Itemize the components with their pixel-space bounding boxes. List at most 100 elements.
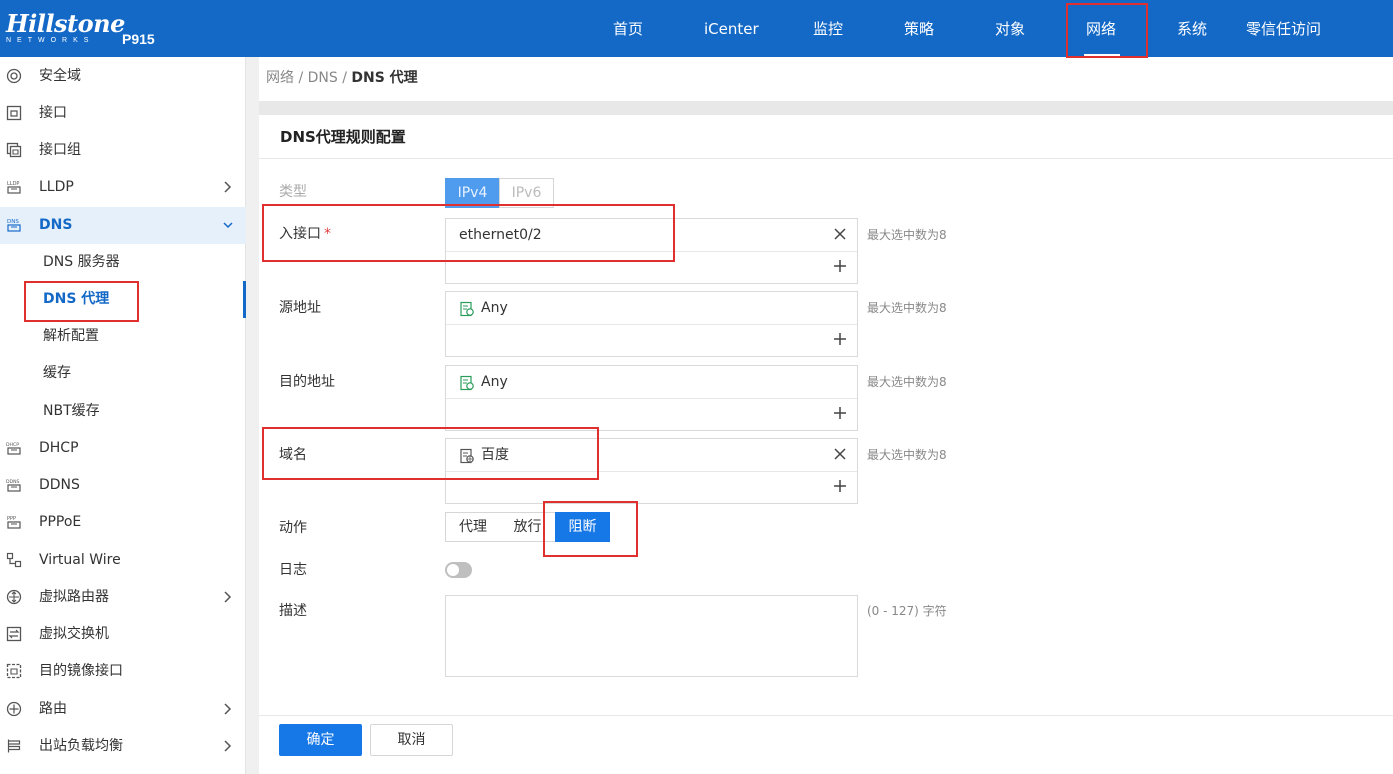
- sidebar-subitem-dns-proxy[interactable]: DNS 代理: [0, 281, 246, 318]
- required-mark: *: [324, 226, 331, 242]
- sidebar-item-virtual-wire[interactable]: Virtual Wire: [0, 542, 246, 579]
- sidebar-item-label: 解析配置: [43, 328, 99, 344]
- ingress-interface-value: ethernet0/2: [459, 227, 542, 243]
- zone-icon: [6, 68, 22, 84]
- hillstone-logo[interactable]: Hillstone NETWORKS: [6, 12, 125, 45]
- sidebar-subitem-nbt-cache[interactable]: NBT缓存: [0, 393, 246, 430]
- sidebar-item-dns[interactable]: DNS DNS: [0, 207, 246, 244]
- action-block-option[interactable]: 阻断: [555, 512, 610, 542]
- sidebar-item-dhcp[interactable]: DHCP DHCP: [0, 430, 246, 467]
- nav-zero-trust[interactable]: 零信任访问: [1246, 19, 1321, 39]
- breadcrumb: 网络 / DNS / DNS 代理: [266, 68, 418, 88]
- ingress-selected-row: ethernet0/2: [446, 219, 857, 252]
- action-label: 动作: [279, 520, 307, 536]
- sidebar-item-interface-group[interactable]: 接口组: [0, 132, 246, 169]
- cancel-button[interactable]: 取消: [370, 724, 453, 756]
- breadcrumb-path[interactable]: 网络 / DNS /: [266, 70, 351, 86]
- description-textarea[interactable]: [445, 595, 858, 677]
- ddns-icon: DDNS: [6, 479, 21, 492]
- domain-field[interactable]: 百度: [445, 438, 858, 504]
- source-address-value: Any: [481, 300, 508, 316]
- virtual-wire-icon: [6, 552, 22, 568]
- action-allow-option[interactable]: 放行: [500, 512, 556, 542]
- sidebar-item-route[interactable]: 路由: [0, 691, 246, 728]
- sidebar-item-interface[interactable]: 接口: [0, 95, 246, 132]
- source-address-field[interactable]: Any: [445, 291, 858, 357]
- sidebar-scrollbar[interactable]: [246, 57, 259, 774]
- log-label: 日志: [279, 562, 307, 578]
- nav-active-indicator: [1084, 54, 1120, 56]
- domain-label: 域名: [279, 447, 307, 463]
- sidebar-subitem-cache[interactable]: 缓存: [0, 355, 246, 392]
- type-label: 类型: [279, 184, 307, 200]
- ingress-max-hint: 最大选中数为8: [867, 228, 947, 242]
- ingress-interface-label: 入接口 *: [279, 224, 331, 244]
- route-icon: [6, 701, 22, 717]
- sidebar-item-label: 出站负载均衡: [39, 738, 123, 754]
- sidebar-item-label: 缓存: [43, 365, 71, 381]
- close-icon[interactable]: [833, 447, 847, 461]
- destination-address-field[interactable]: Any: [445, 365, 858, 431]
- nav-monitor[interactable]: 监控: [813, 19, 843, 39]
- footer-divider: [259, 715, 1393, 716]
- chevron-right-icon: [224, 181, 232, 193]
- logo-subtext: NETWORKS: [6, 37, 95, 44]
- sidebar-item-lldp[interactable]: LLDP LLDP: [0, 169, 246, 206]
- sidebar-item-outbound-lb[interactable]: 出站负载均衡: [0, 728, 246, 765]
- nav-policy[interactable]: 策略: [904, 19, 934, 39]
- ingress-interface-field[interactable]: ethernet0/2: [445, 218, 858, 284]
- sidebar-item-ddns[interactable]: DDNS DDNS: [0, 467, 246, 504]
- ingress-label-text: 入接口: [279, 226, 321, 242]
- domain-selected-row: 百度: [446, 439, 857, 472]
- nav-icenter[interactable]: iCenter: [704, 19, 759, 39]
- nav-home[interactable]: 首页: [613, 19, 643, 39]
- device-model: P915: [122, 31, 155, 47]
- sidebar-subitem-resolve-config[interactable]: 解析配置: [0, 318, 246, 355]
- svg-text:DHCP: DHCP: [6, 442, 19, 448]
- sidebar-item-virtual-switch[interactable]: 虚拟交换机: [0, 616, 246, 653]
- top-navigation-bar: Hillstone NETWORKS P915 首页 iCenter 监控 策略…: [0, 0, 1393, 57]
- plus-icon[interactable]: [833, 259, 847, 273]
- sidebar-item-label: 接口组: [39, 142, 81, 158]
- sidebar-item-label: Virtual Wire: [39, 552, 121, 568]
- domain-value: 百度: [481, 447, 509, 463]
- mirror-interface-icon: [6, 663, 22, 679]
- sidebar-item-label: 虚拟路由器: [39, 589, 109, 605]
- log-toggle[interactable]: [445, 562, 472, 578]
- sidebar-item-virtual-router[interactable]: 虚拟路由器: [0, 579, 246, 616]
- sidebar-item-label: 目的镜像接口: [39, 663, 123, 679]
- domain-book-icon: [460, 448, 474, 464]
- sidebar-item-label: 虚拟交换机: [39, 626, 109, 642]
- sidebar-item-label: NBT缓存: [43, 403, 100, 419]
- nav-network[interactable]: 网络: [1086, 19, 1116, 39]
- confirm-button[interactable]: 确定: [279, 724, 362, 756]
- source-max-hint: 最大选中数为8: [867, 301, 947, 315]
- sidebar-item-label: DNS 服务器: [43, 254, 120, 270]
- logo-text: Hillstone: [6, 9, 125, 38]
- type-ipv6-option[interactable]: IPv6: [499, 178, 554, 208]
- sidebar-subitem-dns-server[interactable]: DNS 服务器: [0, 244, 246, 281]
- sidebar-item-zone[interactable]: 安全域: [0, 58, 246, 95]
- plus-icon[interactable]: [833, 479, 847, 493]
- dhcp-icon: DHCP: [6, 442, 21, 455]
- type-ipv4-option[interactable]: IPv4: [445, 178, 500, 208]
- nav-object[interactable]: 对象: [995, 19, 1025, 39]
- description-label: 描述: [279, 603, 307, 619]
- outbound-lb-icon: [7, 739, 21, 753]
- svg-text:DDNS: DDNS: [6, 479, 20, 485]
- sidebar-item-pppoe[interactable]: PPP PPPoE: [0, 504, 246, 541]
- sidebar-item-label: DNS: [39, 217, 73, 233]
- sidebar: 安全域 接口 接口组 LLDP LLDP DNS DNS DNS 服务器 DNS…: [0, 57, 246, 774]
- action-proxy-option[interactable]: 代理: [445, 512, 501, 542]
- domain-max-hint: 最大选中数为8: [867, 448, 947, 462]
- plus-icon[interactable]: [833, 332, 847, 346]
- close-icon[interactable]: [833, 227, 847, 241]
- chevron-right-icon: [224, 591, 232, 603]
- content-separator: [259, 101, 1393, 115]
- dns-icon: DNS: [7, 219, 21, 232]
- nav-system[interactable]: 系统: [1177, 19, 1207, 39]
- plus-icon[interactable]: [833, 406, 847, 420]
- address-book-icon: [460, 301, 474, 317]
- interface-icon: [6, 105, 22, 121]
- sidebar-item-mirror-interface[interactable]: 目的镜像接口: [0, 653, 246, 690]
